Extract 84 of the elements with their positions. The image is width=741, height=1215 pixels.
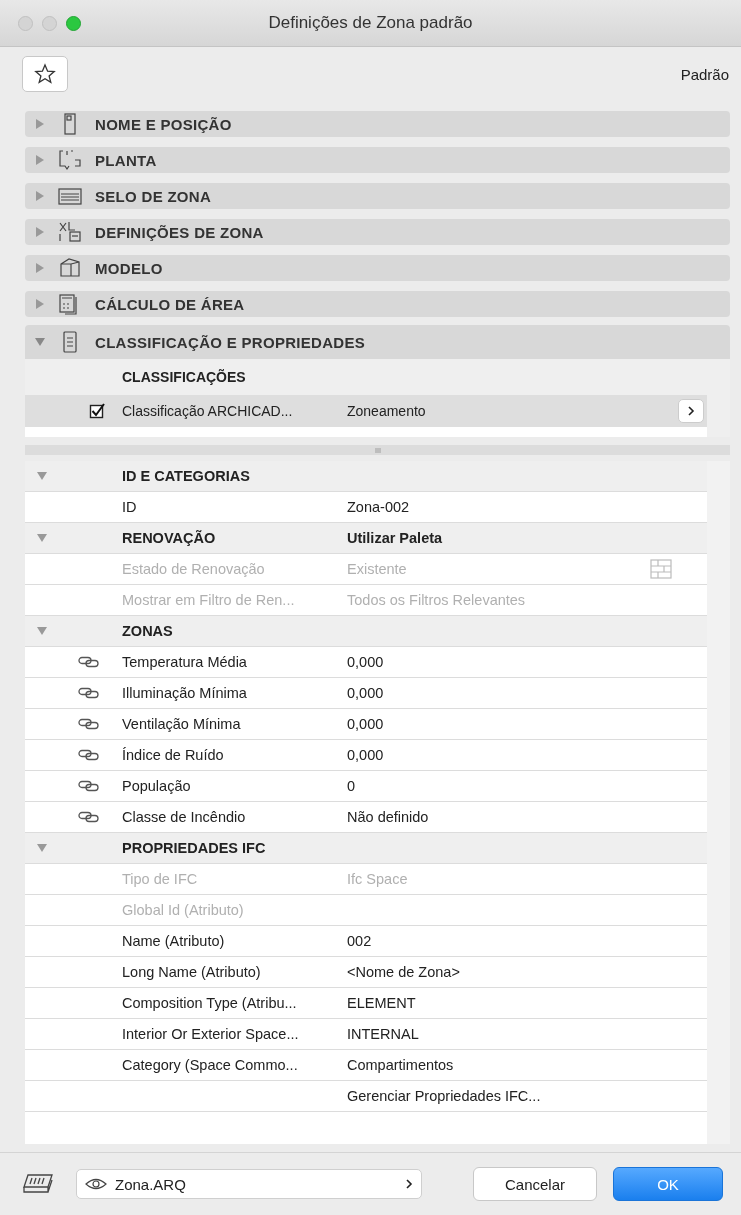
classifications-heading: CLASSIFICAÇÕES xyxy=(122,369,246,385)
link-icon xyxy=(78,687,100,699)
section-header[interactable]: SELO DE ZONA xyxy=(25,183,730,209)
property-name: Classe de Incêndio xyxy=(122,809,247,825)
expand-triangle-icon xyxy=(35,263,45,273)
property-name: População xyxy=(122,778,192,794)
property-name: ID xyxy=(122,499,138,515)
group-heading: ID E CATEGORIAS xyxy=(122,468,251,484)
property-value: Todos os Filtros Relevantes xyxy=(347,592,527,608)
cancel-button[interactable]: Cancelar xyxy=(473,1167,597,1201)
link-icon xyxy=(78,811,100,823)
property-value: <Nome de Zona> xyxy=(347,964,461,980)
expand-triangle-icon xyxy=(35,119,45,129)
property-name: Illuminação Mínima xyxy=(122,685,248,701)
property-name: Tipo de IFC xyxy=(122,871,199,887)
property-value: 0,000 xyxy=(347,685,385,701)
property-name: Global Id (Atributo) xyxy=(122,902,245,918)
scroll-track[interactable] xyxy=(707,461,730,1144)
property-name: Estado de Renovação xyxy=(122,561,266,577)
zone-settings-icon xyxy=(57,220,83,244)
layer-icon xyxy=(20,1172,56,1196)
eye-icon xyxy=(85,1177,107,1191)
expand-triangle-icon xyxy=(35,227,45,237)
property-name: Temperatura Média xyxy=(122,654,248,670)
group-heading: ZONAS xyxy=(122,623,174,639)
expand-triangle-icon xyxy=(35,299,45,309)
star-icon xyxy=(34,63,56,85)
property-name: Name (Atributo) xyxy=(122,933,226,949)
collapse-triangle-icon[interactable] xyxy=(37,843,47,853)
property-value: INTERNAL xyxy=(347,1026,420,1042)
property-value: 002 xyxy=(347,933,373,949)
expand-triangle-icon xyxy=(35,155,45,165)
property-name: Índice de Ruído xyxy=(122,747,225,763)
open-button[interactable] xyxy=(678,399,704,423)
property-name: Long Name (Atributo) xyxy=(122,964,262,980)
link-icon xyxy=(78,749,100,761)
classification-value: Zoneamento xyxy=(347,403,427,419)
section-header[interactable]: NOME E POSIÇÃO xyxy=(25,111,730,137)
property-name: Composition Type (Atribu... xyxy=(122,995,298,1011)
classification-row[interactable]: Classificação ARCHICAD... Zoneamento xyxy=(25,395,707,427)
property-value: ELEMENT xyxy=(347,995,417,1011)
favorites-button[interactable] xyxy=(22,56,68,92)
group-value: Utilizar Paleta xyxy=(347,530,444,546)
section-header[interactable]: PLANTA xyxy=(25,147,730,173)
section-header[interactable]: MODELO xyxy=(25,255,730,281)
property-value: 0,000 xyxy=(347,654,385,670)
layer-selector[interactable]: Zona.ARQ xyxy=(76,1169,422,1199)
property-value: Compartimentos xyxy=(347,1057,455,1073)
link-icon xyxy=(78,656,100,668)
property-value: 0,000 xyxy=(347,716,385,732)
zoom-button[interactable] xyxy=(66,15,81,31)
floor-plan-icon xyxy=(57,148,83,172)
chevron-icon xyxy=(687,406,695,416)
property-value: Zona-002 xyxy=(347,499,411,515)
property-name: Category (Space Commo... xyxy=(122,1057,299,1073)
classification-name: Classificação ARCHICAD... xyxy=(122,403,294,419)
property-value: 0 xyxy=(347,778,357,794)
group-heading: RENOVAÇÃO xyxy=(122,530,217,546)
section-header[interactable]: CÁLCULO DE ÁREA xyxy=(25,291,730,317)
collapse-triangle-icon xyxy=(35,337,45,347)
collapse-triangle-icon[interactable] xyxy=(37,471,47,481)
property-value: Não definido xyxy=(347,809,430,825)
property-name: Mostrar em Filtro de Ren... xyxy=(122,592,296,608)
property-name: Ventilação Mínima xyxy=(122,716,242,732)
group-heading: PROPRIEDADES IFC xyxy=(122,840,267,856)
expand-triangle-icon xyxy=(35,191,45,201)
chevron-icon xyxy=(405,1179,413,1189)
preset-name: Padrão xyxy=(680,65,729,83)
window-title: Definições de Zona padrão xyxy=(268,13,473,33)
section-header[interactable]: CLASSIFICAÇÃO E PROPRIEDADES xyxy=(25,325,730,359)
link-icon xyxy=(78,718,100,730)
collapse-triangle-icon[interactable] xyxy=(37,626,47,636)
checked-checkbox[interactable] xyxy=(89,403,105,419)
property-name: Interior Or Exterior Space... xyxy=(122,1026,300,1042)
minimize-button[interactable] xyxy=(42,15,57,31)
property-value: Ifc Space xyxy=(347,871,409,887)
link-icon xyxy=(78,780,100,792)
property-value: 0,000 xyxy=(347,747,385,763)
manage-properties-link[interactable]: Gerenciar Propriedades IFC... xyxy=(347,1088,707,1104)
box-model-icon xyxy=(57,256,83,280)
property-value: Existente xyxy=(347,561,408,577)
close-button[interactable] xyxy=(18,15,33,31)
collapse-triangle-icon[interactable] xyxy=(37,533,47,543)
section-header[interactable]: DEFINIÇÕES DE ZONA xyxy=(25,219,730,245)
